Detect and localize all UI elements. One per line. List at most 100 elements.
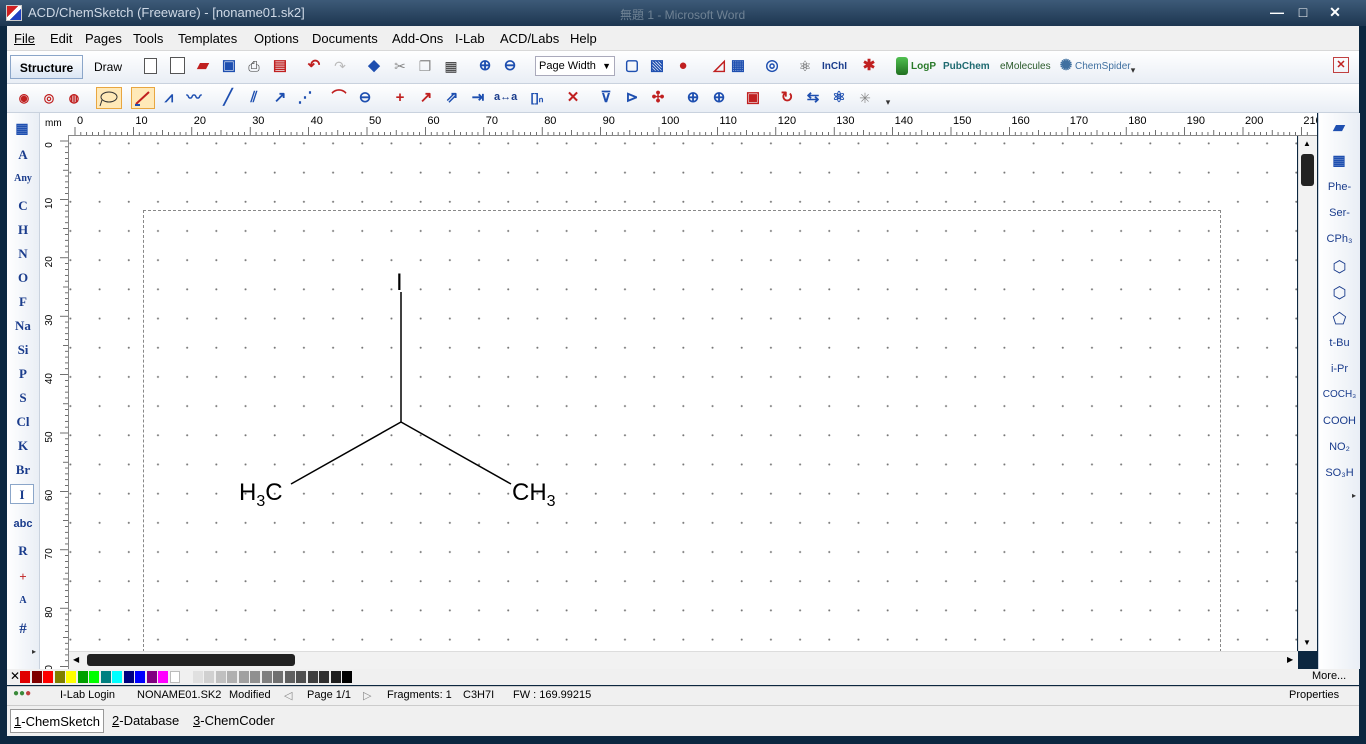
menu-documents[interactable]: Documents (312, 31, 378, 46)
drawing-canvas[interactable]: I H3C CH3 (69, 136, 1297, 651)
stereo-bond-icon[interactable]: ⫽ (245, 89, 263, 107)
menu-acd-labs[interactable]: ACD/Labs (500, 31, 559, 46)
clean-structure-icon[interactable]: ⚛ (830, 89, 848, 107)
toolbar-overflow-icon[interactable]: ▾ (1124, 61, 1142, 79)
atom-c-button[interactable]: C (7, 198, 39, 214)
tab-chemsketch[interactable]: 1-ChemSketch (10, 709, 104, 733)
emolecules-button[interactable]: eMolecules (1000, 61, 1051, 72)
atom-list-icon[interactable]: ⇥ (469, 89, 487, 107)
print-icon[interactable]: ⎙ (245, 57, 263, 75)
atom-cl-button[interactable]: Cl (7, 414, 39, 430)
template-book-icon[interactable]: ▰ (1330, 119, 1348, 137)
copy-page-icon[interactable] (170, 57, 185, 74)
color-swatch[interactable] (146, 671, 157, 683)
refresh-icon[interactable]: ↻ (778, 89, 796, 107)
previous-page-icon[interactable]: ◁ (284, 689, 292, 702)
logp-button[interactable]: LogP (911, 61, 936, 72)
fragment-phenyl[interactable]: Phe- (1319, 181, 1360, 193)
atom-mapping-button[interactable]: a↔a (494, 91, 517, 103)
color-swatch[interactable] (296, 671, 306, 683)
color-swatch[interactable] (66, 671, 76, 683)
delete-icon[interactable]: ✕ (564, 89, 582, 107)
reaction-map-icon[interactable]: ⇗ (443, 89, 461, 107)
atom-i-button[interactable]: I (10, 484, 34, 504)
open-icon[interactable]: ▰ (194, 57, 212, 75)
new-page-icon[interactable] (144, 58, 157, 74)
horizontal-scrollbar[interactable]: ◀ ▶ (69, 651, 1298, 669)
scroll-down-icon[interactable]: ▼ (1303, 638, 1311, 647)
color-swatch[interactable] (77, 671, 88, 683)
inchi-button[interactable]: InChI (822, 61, 847, 72)
color-swatch[interactable] (215, 671, 226, 683)
color-swatch[interactable] (123, 671, 134, 683)
horizontal-scroll-thumb[interactable] (87, 654, 295, 666)
chemspider-button[interactable]: ChemSpider (1075, 61, 1131, 72)
atom-o-button[interactable]: O (7, 270, 39, 286)
draw-chain-icon[interactable]: ⩘ (160, 89, 178, 107)
fragment-benzene[interactable]: ⬡ (1319, 257, 1360, 277)
atom-number-button[interactable]: # (7, 621, 39, 638)
charge-icon[interactable]: ⊖ (356, 89, 374, 107)
fragment-triphenylmethyl[interactable]: CPh₃ (1319, 233, 1360, 245)
paste-icon[interactable]: ▦ (442, 57, 460, 75)
color-swatch[interactable] (261, 671, 272, 683)
fragment-sulfo[interactable]: SO₃H (1319, 467, 1360, 479)
table-icon[interactable]: ▦ (729, 57, 747, 75)
reaction-arrow-icon[interactable]: ↗ (417, 89, 435, 107)
tab-database[interactable]: 2-Database (109, 709, 182, 733)
select-rotate-icon[interactable]: ◎ (40, 89, 58, 107)
image-icon[interactable]: ▧ (648, 57, 666, 75)
add-charge-icon[interactable]: + (391, 89, 409, 107)
flip-left-right-icon[interactable]: ⊳ (623, 89, 641, 107)
fragment-i-propyl[interactable]: i-Pr (1319, 363, 1360, 375)
menu-options[interactable]: Options (254, 31, 299, 46)
plus-charge-button[interactable]: + (7, 569, 39, 585)
color-swatch[interactable] (89, 671, 99, 683)
atom-label-iodine[interactable]: I (396, 269, 403, 297)
atom-p-button[interactable]: P (7, 366, 39, 382)
fragment-cyclopentane[interactable]: ⬠ (1319, 309, 1360, 329)
app-icon[interactable] (6, 5, 22, 21)
atom-h-button[interactable]: H (7, 222, 39, 238)
flip-top-bottom-icon[interactable]: ⊽ (597, 89, 615, 107)
menu-pages[interactable]: Pages (85, 31, 122, 46)
color-swatch[interactable] (20, 671, 30, 683)
menu-file[interactable]: File (14, 31, 35, 46)
toolbar-overflow-icon-2[interactable]: ▾ (879, 93, 897, 111)
color-swatch[interactable] (250, 671, 260, 683)
3d-viewer-icon[interactable]: ● (674, 57, 692, 75)
bond-tool-icon[interactable]: ╱ (219, 89, 237, 107)
color-swatch[interactable] (192, 671, 203, 683)
tidy-icon[interactable]: ✣ (649, 89, 667, 107)
hash-bond-icon[interactable]: ⋰ (296, 89, 314, 107)
fragment-t-butyl[interactable]: t-Bu (1319, 337, 1360, 349)
color-swatch[interactable] (135, 671, 145, 683)
select-move-icon[interactable]: ◉ (15, 89, 33, 107)
export-pdf-icon[interactable]: ▤ (271, 57, 289, 75)
menu-tools[interactable]: Tools (133, 31, 163, 46)
copy-icon[interactable]: ❐ (416, 57, 434, 75)
color-swatch[interactable] (54, 671, 65, 683)
dictionary-icon[interactable]: ✱ (860, 57, 878, 75)
spectrum-icon[interactable]: ◿ (710, 57, 728, 75)
polymer-bracket-icon[interactable]: []ₙ (528, 89, 546, 107)
cut-icon[interactable]: ✂ (391, 57, 409, 75)
color-swatch[interactable] (342, 671, 352, 683)
template-window-icon[interactable]: ▢ (623, 57, 641, 75)
color-swatch[interactable] (238, 671, 249, 683)
draw-mode-button[interactable]: Draw (87, 55, 129, 79)
fragment-cyclohexane[interactable]: ⬡ (1319, 283, 1360, 303)
color-swatch[interactable] (100, 671, 111, 683)
lasso-select-icon[interactable] (96, 87, 122, 109)
atom-k-button[interactable]: K (7, 438, 39, 454)
next-page-icon[interactable]: ▷ (363, 689, 371, 702)
right-toolbar-overflow-icon[interactable]: ▸ (1345, 487, 1363, 505)
color-swatch[interactable] (112, 671, 122, 683)
add-explicit-hydrogens-icon[interactable]: ⇆ (804, 89, 822, 107)
draw-continuous-icon[interactable]: 〰 (185, 89, 203, 107)
atom-na-button[interactable]: Na (7, 318, 39, 334)
structure-mode-button[interactable]: Structure (10, 55, 83, 79)
pubchem-button[interactable]: PubChem (943, 61, 990, 72)
color-swatch[interactable] (204, 671, 214, 683)
color-swatch[interactable] (158, 671, 168, 683)
